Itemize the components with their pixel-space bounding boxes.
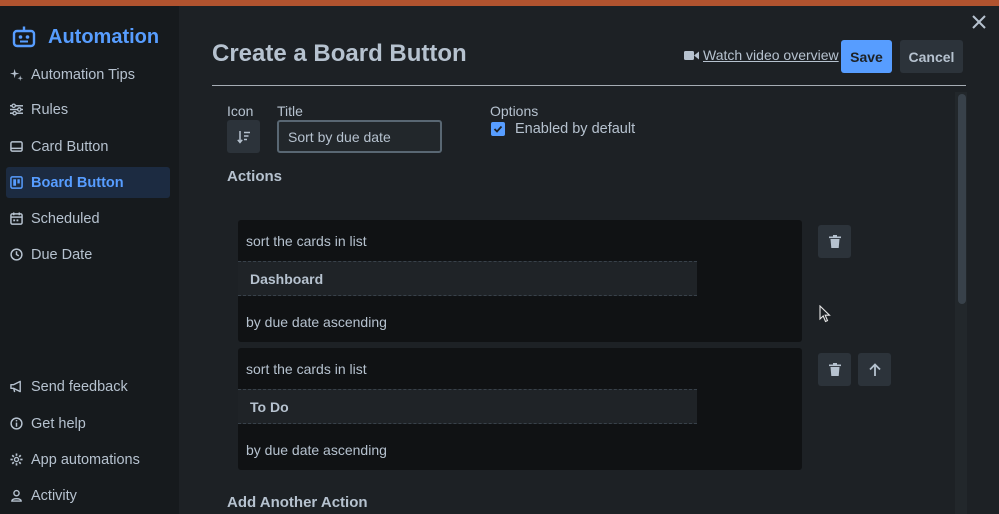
action-description: sort the cards in list [246,233,367,249]
sidebar-item-get-help[interactable]: Get help [6,408,170,439]
sort-icon [236,130,250,144]
sidebar-item-board-button[interactable]: Board Button [6,167,170,198]
add-action-heading: Add Another Action [227,494,368,511]
robot-icon [12,26,36,48]
arrow-up-icon [868,363,881,376]
button-icon-picker[interactable] [227,120,260,153]
sidebar-item-scheduled[interactable]: Scheduled [6,203,170,234]
close-icon[interactable] [969,12,989,32]
calendar-icon [10,212,23,225]
enabled-checkbox[interactable] [491,122,505,136]
icon-label: Icon [227,103,254,119]
action-card: sort the cards in list To Do by due date… [238,348,802,470]
sidebar-item-label: Card Button [31,138,109,155]
title-label: Title [277,103,303,119]
sidebar-item-label: Get help [31,415,86,432]
options-label: Options [490,103,539,119]
trash-icon [828,235,841,248]
action-sort-order: by due date ascending [246,314,387,330]
sidebar-item-label: Scheduled [31,210,100,227]
video-camera-icon [684,50,699,60]
sidebar: Automation Automation Tips Rules Card Bu… [0,6,179,514]
card-icon [10,141,23,152]
action-sort-order: by due date ascending [246,442,387,458]
action-description: sort the cards in list [246,361,367,377]
board-icon [10,176,23,189]
sidebar-item-rules[interactable]: Rules [6,94,170,125]
sidebar-item-label: Board Button [31,174,124,191]
title-input[interactable] [277,120,442,153]
brand-title: Automation [48,25,160,48]
mouse-cursor-icon [819,305,831,323]
action-list-selector[interactable]: Dashboard [238,261,697,296]
megaphone-icon [10,380,21,393]
scrollbar-thumb[interactable] [958,94,966,304]
sidebar-item-app-automations[interactable]: App automations [6,444,170,475]
sidebar-item-label: Activity [31,487,77,504]
watch-video-label: Watch video overview [703,47,839,63]
enabled-checkbox-label[interactable]: Enabled by default [515,121,635,137]
sidebar-item-label: Due Date [31,246,93,263]
sidebar-item-activity[interactable]: Activity [6,480,170,511]
move-action-up-button[interactable] [858,353,891,386]
sliders-icon [10,103,23,116]
sidebar-item-label: Rules [31,101,69,118]
trash-icon [828,363,841,376]
save-button[interactable]: Save [841,40,892,73]
sidebar-item-automation-tips[interactable]: Automation Tips [6,59,170,90]
checkmark-icon [493,125,503,133]
sidebar-item-label: Send feedback [31,378,128,395]
sidebar-item-label: App automations [31,451,140,468]
brand[interactable]: Automation [12,22,159,52]
main-panel: Create a Board Button Watch video overvi… [179,6,999,514]
sidebar-item-label: Automation Tips [31,66,135,83]
clock-icon [10,248,23,261]
watch-video-link[interactable]: Watch video overview [684,47,839,63]
delete-action-button[interactable] [818,353,851,386]
sidebar-item-send-feedback[interactable]: Send feedback [6,371,170,402]
info-icon [10,417,23,430]
delete-action-button[interactable] [818,225,851,258]
sidebar-item-card-button[interactable]: Card Button [6,131,170,162]
person-icon [11,489,22,502]
action-list-selector[interactable]: To Do [238,389,697,424]
sidebar-item-due-date[interactable]: Due Date [6,239,170,270]
sparkle-icon [10,68,23,81]
cancel-button[interactable]: Cancel [900,40,963,73]
header-divider [212,85,966,86]
gear-icon [10,453,23,466]
actions-heading: Actions [227,168,283,185]
page-title: Create a Board Button [212,40,467,67]
action-card: sort the cards in list Dashboard by due … [238,220,802,342]
